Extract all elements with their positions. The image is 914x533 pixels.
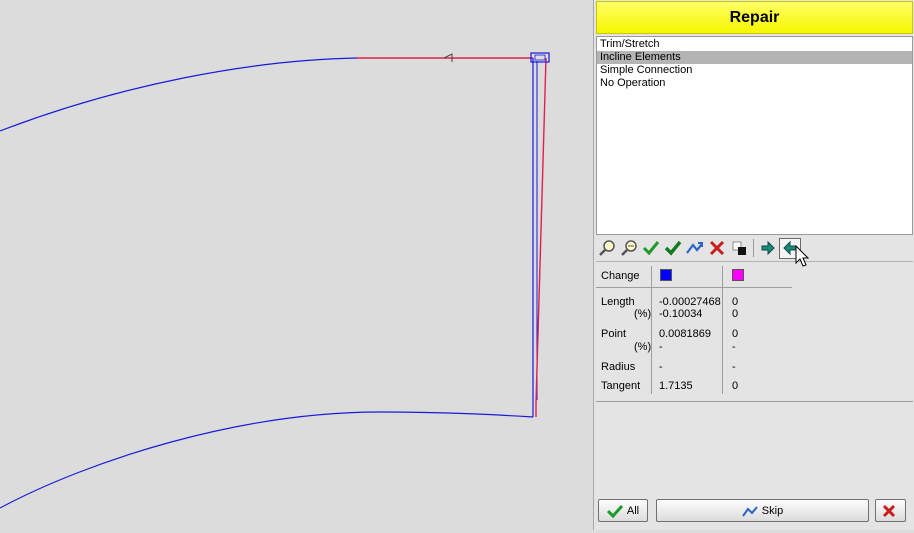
check-icon	[642, 241, 660, 256]
length-pct-label: (%)	[634, 308, 652, 320]
swap-color-icon	[732, 241, 746, 255]
tangent-label: Tangent	[601, 380, 641, 392]
drawing-geometry	[0, 52, 550, 509]
curve-arrow-icon	[741, 505, 758, 517]
curve-arrow-icon	[686, 242, 703, 254]
point-pct-value-2: -	[732, 341, 736, 353]
all-button-label: All	[626, 504, 640, 517]
point-label: Point	[601, 328, 627, 340]
check-all-icon	[664, 240, 682, 256]
check-icon	[606, 504, 623, 518]
accept-button[interactable]	[640, 238, 662, 259]
delete-button[interactable]	[706, 238, 728, 259]
skip-button-label: Skip	[761, 504, 784, 517]
lower-arc	[0, 411, 534, 509]
point-value-2: 0	[732, 328, 739, 340]
header-divider	[596, 287, 792, 288]
close-button[interactable]	[875, 499, 906, 522]
radius-value-2: -	[732, 361, 736, 373]
delete-icon	[709, 240, 725, 256]
zoom-in-button[interactable]	[596, 238, 618, 259]
length-label: Length	[601, 296, 635, 308]
tangent-value-2: 0	[732, 380, 739, 392]
all-button[interactable]: All	[598, 499, 648, 522]
skip-button[interactable]: Skip	[656, 499, 869, 522]
accept-all-button[interactable]	[662, 238, 684, 259]
tangent-value-1: 1.7135	[659, 380, 693, 392]
point-pct-label: (%)	[634, 341, 652, 353]
upper-arc	[0, 57, 358, 132]
repair-toolbar	[596, 237, 913, 259]
point-pct-value-1: -	[659, 341, 663, 353]
zoom-in-icon	[599, 240, 615, 256]
op-incline-elements[interactable]: Incline Elements	[597, 51, 912, 64]
length-value-2: 0	[732, 296, 739, 308]
radius-label: Radius	[601, 361, 636, 373]
element1-color-swatch	[660, 269, 672, 281]
column-divider-1	[651, 266, 652, 394]
operation-list[interactable]: Trim/Stretch Incline Elements Simple Con…	[596, 36, 913, 235]
mouse-cursor-icon	[795, 245, 809, 267]
length-value-1: -0.00027468	[659, 296, 721, 308]
change-info-table: Change Length (%) -0.00027468 -0.10034 0…	[596, 261, 913, 402]
zoom-out-icon	[621, 240, 637, 256]
op-trim-stretch[interactable]: Trim/Stretch	[597, 38, 912, 51]
zoom-out-button[interactable]	[618, 238, 640, 259]
op-simple-connection[interactable]: Simple Connection	[597, 64, 912, 77]
length-pct-value-1: -0.10034	[659, 308, 703, 320]
element2-color-swatch	[732, 269, 744, 281]
next-arrow-icon	[761, 240, 775, 256]
op-no-operation[interactable]: No Operation	[597, 77, 912, 90]
radius-value-1: -	[659, 361, 663, 373]
point-value-1: 0.0081869	[659, 328, 711, 340]
curve-button[interactable]	[684, 238, 706, 259]
drawing-canvas[interactable]	[0, 0, 593, 530]
repair-panel: Repair Trim/Stretch Incline Elements Sim…	[593, 0, 914, 530]
length-pct-value-2: 0	[732, 308, 739, 320]
panel-title: Repair	[596, 1, 913, 34]
close-icon	[882, 504, 895, 517]
swap-color-button[interactable]	[728, 238, 750, 259]
next-button[interactable]	[757, 238, 779, 259]
column-divider-2	[722, 266, 723, 394]
change-label: Change	[601, 270, 640, 282]
toolbar-separator	[753, 239, 754, 257]
